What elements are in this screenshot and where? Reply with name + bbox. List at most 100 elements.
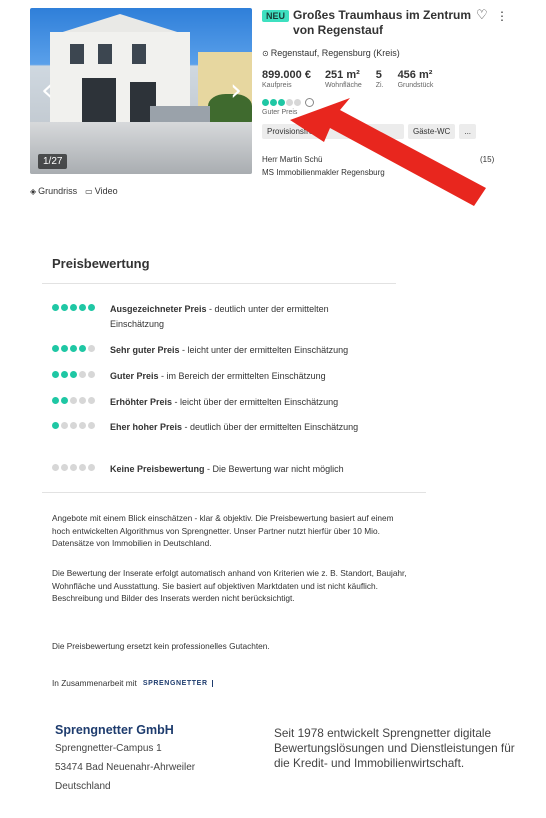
rating-level-text: Sehr guter Preis - leicht unter der ermi… <box>110 343 380 358</box>
rating-dot <box>70 304 77 311</box>
rating-level-name: Erhöhter Preis <box>110 397 173 407</box>
rating-dot <box>70 464 77 471</box>
rating-level-dots <box>52 395 110 404</box>
rating-dot <box>88 345 95 352</box>
heart-icon[interactable]: ♡ <box>476 8 488 23</box>
fact-label: Grundstück <box>397 82 434 89</box>
rating-dot <box>79 304 86 311</box>
fact-label: Zi. <box>375 82 384 89</box>
rating-level-row: Sehr guter Preis - leicht unter der ermi… <box>52 343 382 358</box>
pin-icon: ⊙ <box>262 49 269 58</box>
rating-dot <box>79 371 86 378</box>
rating-dot <box>70 371 77 378</box>
rating-dot <box>61 304 68 311</box>
price-rating-label: Guter Preis <box>262 109 298 116</box>
rating-dot <box>262 99 269 106</box>
floorplan-icon: ◈ <box>30 187 37 196</box>
fact-label: Wohnfläche <box>324 82 362 89</box>
rating-level-text: Guter Preis - im Bereich der ermittelten… <box>110 369 380 384</box>
fact-value: 5 <box>375 69 382 81</box>
rating-dot <box>70 397 77 404</box>
new-badge: NEU <box>262 10 290 22</box>
rating-level-dots <box>52 420 110 429</box>
rating-level-text: Erhöhter Preis - leicht über der ermitte… <box>110 395 380 410</box>
rating-level-text: Keine Preisbewertung - Die Bewertung war… <box>110 462 380 477</box>
rating-dot <box>70 345 77 352</box>
rating-dot <box>61 397 68 404</box>
house-door <box>82 78 116 122</box>
listing-card[interactable]: ‹ › 1/27 ◈ Grundriss ▭ Video NEU Großes Tr… <box>30 8 510 203</box>
listing-location: ⊙ Regenstauf, Regensburg (Kreis) <box>262 48 510 58</box>
rating-dot <box>294 99 301 106</box>
rating-level-row: Eher hoher Preis - deutlich über der erm… <box>52 420 382 435</box>
rating-level-row: Ausgezeichneter Preis - deutlich unter d… <box>52 302 382 332</box>
rating-level-desc: - im Bereich der ermittelten Einschätzun… <box>158 371 326 381</box>
price-rating-title: Preisbewertung <box>52 256 150 271</box>
rating-level-text: Eher hoher Preis - deutlich über der erm… <box>110 420 380 435</box>
tag-provisionsfrei: Provisionsfrei <box>262 124 404 139</box>
tag-guest-wc: Gäste-WC <box>408 124 456 139</box>
cooperation-text: In Zusammenarbeit mit <box>52 678 137 688</box>
tag-more[interactable]: ... <box>459 124 477 139</box>
feature-tags: Provisionsfrei Gäste-WC ... <box>262 124 510 139</box>
agent-info: Herr Martin Schü MS Immobilienmakler Reg… <box>262 153 510 179</box>
rating-level-desc: - leicht über der ermittelten Einschätzu… <box>172 397 339 407</box>
sprengnetter-logo[interactable]: SPRENGNETTER <box>143 679 213 687</box>
rating-level-text: Ausgezeichneter Preis - deutlich unter d… <box>110 302 380 332</box>
fact-value: 899.000 € <box>262 69 311 81</box>
rating-dot <box>88 464 95 471</box>
rating-dot <box>52 304 59 311</box>
rating-level-name: Keine Preisbewertung <box>110 464 205 474</box>
fact-price: 899.000 € Kaufpreis <box>262 69 311 89</box>
company-name: Sprengnetter GmbH <box>55 723 174 737</box>
rating-dot <box>61 345 68 352</box>
photo-counter: 1/27 <box>38 154 68 169</box>
fact-plot-area: 456 m² Grundstück <box>398 69 434 89</box>
video-link[interactable]: ▭ Video <box>85 186 117 196</box>
house-window <box>70 44 84 64</box>
rating-dot <box>52 345 59 352</box>
house-window <box>132 44 146 64</box>
info-icon[interactable] <box>305 98 314 107</box>
rating-level-row: Erhöhter Preis - leicht über der ermitte… <box>52 395 382 410</box>
media-links: ◈ Grundriss ▭ Video <box>30 186 118 196</box>
rating-dot <box>88 371 95 378</box>
floorplan-label: Grundriss <box>38 186 78 196</box>
listing-photo[interactable]: ‹ › 1/27 <box>30 8 252 174</box>
rating-level-dots <box>52 302 110 311</box>
company-country: Deutschland <box>55 781 111 792</box>
company-description: Seit 1978 entwickelt Sprengnetter digita… <box>274 726 515 770</box>
rating-dot <box>79 422 86 429</box>
company-street: Sprengnetter-Campus 1 <box>55 743 162 754</box>
video-icon: ▭ <box>85 187 93 196</box>
photo-next-button[interactable]: › <box>225 74 247 108</box>
more-vertical-icon[interactable]: ⋮ <box>496 9 508 23</box>
rating-dot <box>270 99 277 106</box>
fact-living-area: 251 m² Wohnfläche <box>325 69 362 89</box>
rating-dot <box>52 422 59 429</box>
rating-level-dots <box>52 462 110 471</box>
rating-dot <box>52 371 59 378</box>
rating-dot <box>88 397 95 404</box>
rating-level-row: Keine Preisbewertung - Die Bewertung war… <box>52 462 382 477</box>
rating-dot <box>79 464 86 471</box>
rating-dot <box>278 99 285 106</box>
video-label: Video <box>94 186 118 196</box>
rating-dot <box>61 371 68 378</box>
rating-level-dots <box>52 369 110 378</box>
floorplan-link[interactable]: ◈ Grundriss <box>30 186 77 196</box>
house-window <box>98 44 112 64</box>
company-city: 53474 Bad Neuenahr-Ahrweiler <box>55 762 196 773</box>
rating-dot <box>61 422 68 429</box>
info-paragraph: Die Preisbewertung ersetzt kein professi… <box>52 641 270 651</box>
rating-level-name: Guter Preis <box>110 371 159 381</box>
fact-value: 456 m² <box>397 69 433 81</box>
rating-level-name: Eher hoher Preis <box>110 422 183 432</box>
price-rating-dots[interactable] <box>262 98 510 107</box>
company-address: Sprengnetter GmbH Sprengnetter-Campus 1 … <box>55 723 255 796</box>
rating-dot <box>88 304 95 311</box>
listing-title[interactable]: Großes Traumhaus im Zentrum von Regensta… <box>293 8 488 38</box>
rating-level-dots <box>52 343 110 352</box>
photo-prev-button[interactable]: ‹ <box>36 74 58 108</box>
listing-info: NEU Großes Traumhaus im Zentrum von Rege… <box>262 8 510 179</box>
